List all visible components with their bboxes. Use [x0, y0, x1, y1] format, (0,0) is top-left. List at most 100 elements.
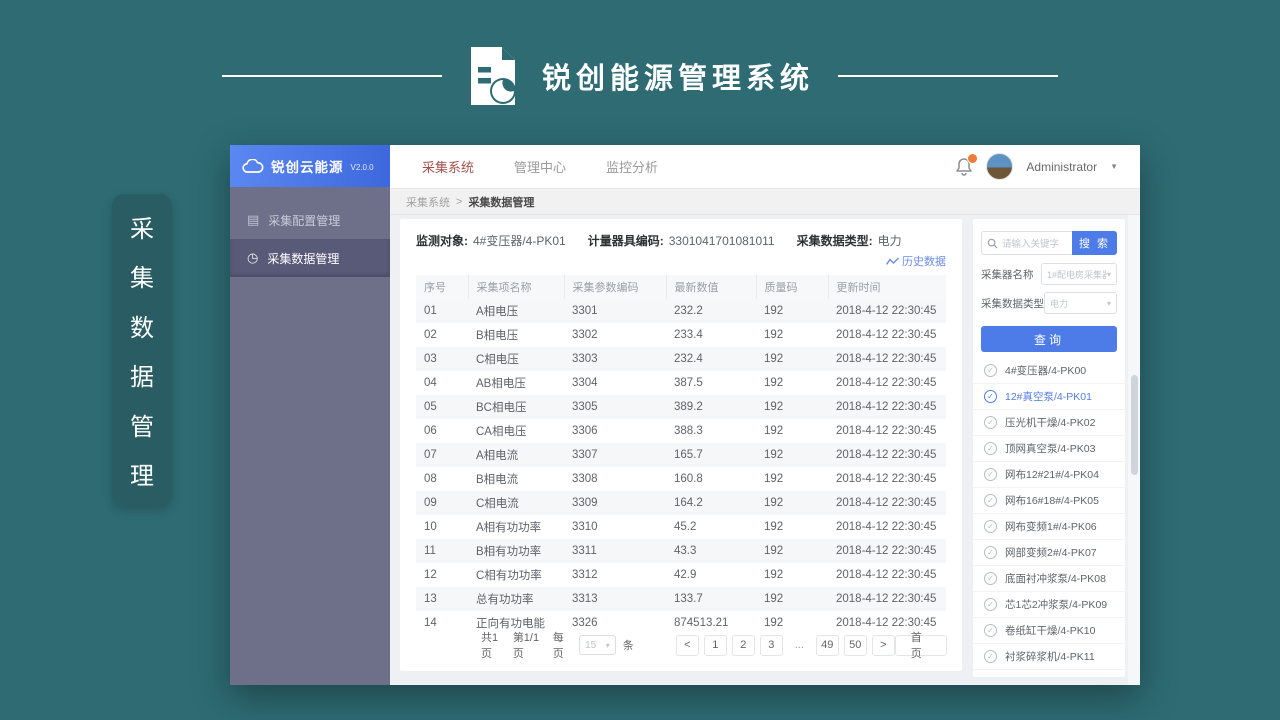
nav-tab[interactable]: 监控分析 [606, 157, 658, 176]
table-cell: C相有功功率 [468, 563, 564, 587]
column-header[interactable]: 更新时间 [828, 275, 946, 299]
app-logo-text: 锐创云能源 [271, 156, 344, 176]
per-page-select[interactable]: 15 ▾ [579, 635, 616, 655]
notification-bell-icon[interactable] [955, 157, 973, 177]
filter-select[interactable]: 1#配电房采集器 ▾ [1041, 263, 1117, 285]
sidebar-menu: ▤ 采集配置管理 ◷ 采集数据管理 [230, 187, 390, 277]
device-list-item[interactable]: ✓ 衬浆碎浆机/4-PK11 [973, 644, 1125, 670]
pagination-stats: 共1页 第1/1页 每页 15 ▾ 条 [481, 629, 634, 661]
table-row[interactable]: 02 B相电压 3302 233.4 192 2018-4-12 22:30:4… [416, 323, 946, 347]
device-list-item[interactable]: ✓ 网部变频2#/4-PK07 [973, 540, 1125, 566]
column-header[interactable]: 序号 [416, 275, 468, 299]
table-cell: 389.2 [666, 395, 756, 419]
table-cell: 总有功功率 [468, 587, 564, 611]
table-row[interactable]: 06 CA相电压 3306 388.3 192 2018-4-12 22:30:… [416, 419, 946, 443]
table-row[interactable]: 10 A相有功功率 3310 45.2 192 2018-4-12 22:30:… [416, 515, 946, 539]
device-name: 网部变频2#/4-PK07 [1005, 545, 1097, 560]
table-cell: C相电流 [468, 491, 564, 515]
device-list-item[interactable]: ✓ 顶网真空泵/4-PK03 [973, 436, 1125, 462]
table-cell: 06 [416, 419, 468, 443]
device-name: 卷纸缸干燥/4-PK10 [1005, 623, 1095, 638]
query-button[interactable]: 查询 [981, 326, 1117, 352]
avatar[interactable] [986, 153, 1013, 180]
line-chart-icon [886, 257, 899, 266]
page-number-button[interactable]: 50 [844, 635, 867, 656]
page-number-button[interactable]: 3 [760, 635, 783, 656]
check-circle-icon: ✓ [984, 598, 997, 611]
table-cell: 232.4 [666, 347, 756, 371]
table-row[interactable]: 05 BC相电压 3305 389.2 192 2018-4-12 22:30:… [416, 395, 946, 419]
table-cell: 11 [416, 539, 468, 563]
device-list-item[interactable]: ✓ 卷纸缸干燥/4-PK10 [973, 618, 1125, 644]
table-cell: BC相电压 [468, 395, 564, 419]
nav-tab[interactable]: 采集系统 [422, 157, 474, 176]
column-header[interactable]: 最新数值 [666, 275, 756, 299]
device-list-item[interactable]: ✓ 网布变频1#/4-PK06 [973, 514, 1125, 540]
check-circle-icon: ✓ [984, 390, 997, 403]
table-row[interactable]: 01 A相电压 3301 232.2 192 2018-4-12 22:30:4… [416, 299, 946, 323]
banner: 锐创能源管理系统 [0, 44, 1280, 108]
history-data-link[interactable]: 历史数据 [886, 253, 946, 269]
breadcrumb-parent[interactable]: 采集系统 [406, 194, 450, 210]
table-row[interactable]: 04 AB相电压 3304 387.5 192 2018-4-12 22:30:… [416, 371, 946, 395]
table-row[interactable]: 08 B相电流 3308 160.8 192 2018-4-12 22:30:4… [416, 467, 946, 491]
table-row[interactable]: 12 C相有功功率 3312 42.9 192 2018-4-12 22:30:… [416, 563, 946, 587]
next-page-button[interactable]: > [872, 635, 895, 656]
side-tag-char: 集 [130, 258, 154, 293]
menu-item-icon: ◷ [247, 250, 258, 266]
table-cell: 3313 [564, 587, 666, 611]
filter-label: 采集数据类型 [981, 296, 1044, 311]
column-header[interactable]: 采集参数编码 [564, 275, 666, 299]
table-row[interactable]: 13 总有功功率 3313 133.7 192 2018-4-12 22:30:… [416, 587, 946, 611]
filter-row: 采集数据类型 电力 ▾ [981, 292, 1117, 314]
table-cell: A相电流 [468, 443, 564, 467]
device-list-item[interactable]: ✓ 12#真空泵/4-PK01 [973, 384, 1125, 410]
table-cell: 2018-4-12 22:30:45 [828, 419, 946, 443]
table-row[interactable]: 07 A相电流 3307 165.7 192 2018-4-12 22:30:4… [416, 443, 946, 467]
page-number-button[interactable]: 1 [704, 635, 727, 656]
device-list-item[interactable]: ✓ 网布16#18#/4-PK05 [973, 488, 1125, 514]
table-row[interactable]: 09 C相电流 3309 164.2 192 2018-4-12 22:30:4… [416, 491, 946, 515]
table-cell: 04 [416, 371, 468, 395]
table-cell: 2018-4-12 22:30:45 [828, 323, 946, 347]
table-row[interactable]: 03 C相电压 3303 232.4 192 2018-4-12 22:30:4… [416, 347, 946, 371]
search-button[interactable]: 搜 索 [1072, 231, 1117, 255]
device-list: ✓ 4#变压器/4-PK00 ✓ 12#真空泵/4-PK01 ✓ 压光机干燥/4… [973, 358, 1125, 670]
search-input[interactable]: 请输入关键字 [981, 231, 1072, 255]
device-list-item[interactable]: ✓ 压光机干燥/4-PK02 [973, 410, 1125, 436]
table-cell: 45.2 [666, 515, 756, 539]
scrollbar-thumb[interactable] [1131, 375, 1138, 475]
user-name[interactable]: Administrator [1026, 160, 1097, 174]
filter-select[interactable]: 电力 ▾ [1044, 292, 1117, 314]
history-data-label: 历史数据 [902, 253, 946, 269]
sidebar-item[interactable]: ▤ 采集配置管理 [230, 201, 390, 239]
sidebar-item[interactable]: ◷ 采集数据管理 [230, 239, 390, 277]
table-cell: 2018-4-12 22:30:45 [828, 347, 946, 371]
device-name: 压光机干燥/4-PK02 [1005, 415, 1095, 430]
page-number-button[interactable]: 49 [816, 635, 839, 656]
nav-tab[interactable]: 管理中心 [514, 157, 566, 176]
device-name: 4#变压器/4-PK00 [1005, 363, 1086, 378]
filter-row: 采集器名称 1#配电房采集器 ▾ [981, 263, 1117, 285]
device-list-item[interactable]: ✓ 4#变压器/4-PK00 [973, 358, 1125, 384]
table-cell: 192 [756, 515, 828, 539]
first-page-button[interactable]: 首页 [895, 635, 947, 656]
device-list-item[interactable]: ✓ 芯1芯2冲浆泵/4-PK09 [973, 592, 1125, 618]
page-number-button[interactable]: ... [788, 635, 811, 656]
device-list-item[interactable]: ✓ 网布12#21#/4-PK04 [973, 462, 1125, 488]
column-header[interactable]: 采集项名称 [468, 275, 564, 299]
prev-page-button[interactable]: < [676, 635, 699, 656]
column-header[interactable]: 质量码 [756, 275, 828, 299]
table-cell: 192 [756, 419, 828, 443]
table-cell: 192 [756, 563, 828, 587]
current-page-text: 第1/1页 [513, 629, 546, 661]
sidebar-logo: 锐创云能源 V2.0.0 [230, 145, 390, 187]
device-name: 12#真空泵/4-PK01 [1005, 389, 1092, 404]
device-list-item[interactable]: ✓ 底面衬冲浆泵/4-PK08 [973, 566, 1125, 592]
page-number-button[interactable]: 2 [732, 635, 755, 656]
scrollbar-track[interactable] [1128, 215, 1140, 685]
table-cell: 2018-4-12 22:30:45 [828, 395, 946, 419]
chevron-down-icon[interactable]: ▼ [1110, 162, 1118, 171]
table-header-row: 序号 采集项名称 采集参数编码 最新数值 质量码 更新时间 [416, 275, 946, 299]
table-row[interactable]: 11 B相有功功率 3311 43.3 192 2018-4-12 22:30:… [416, 539, 946, 563]
